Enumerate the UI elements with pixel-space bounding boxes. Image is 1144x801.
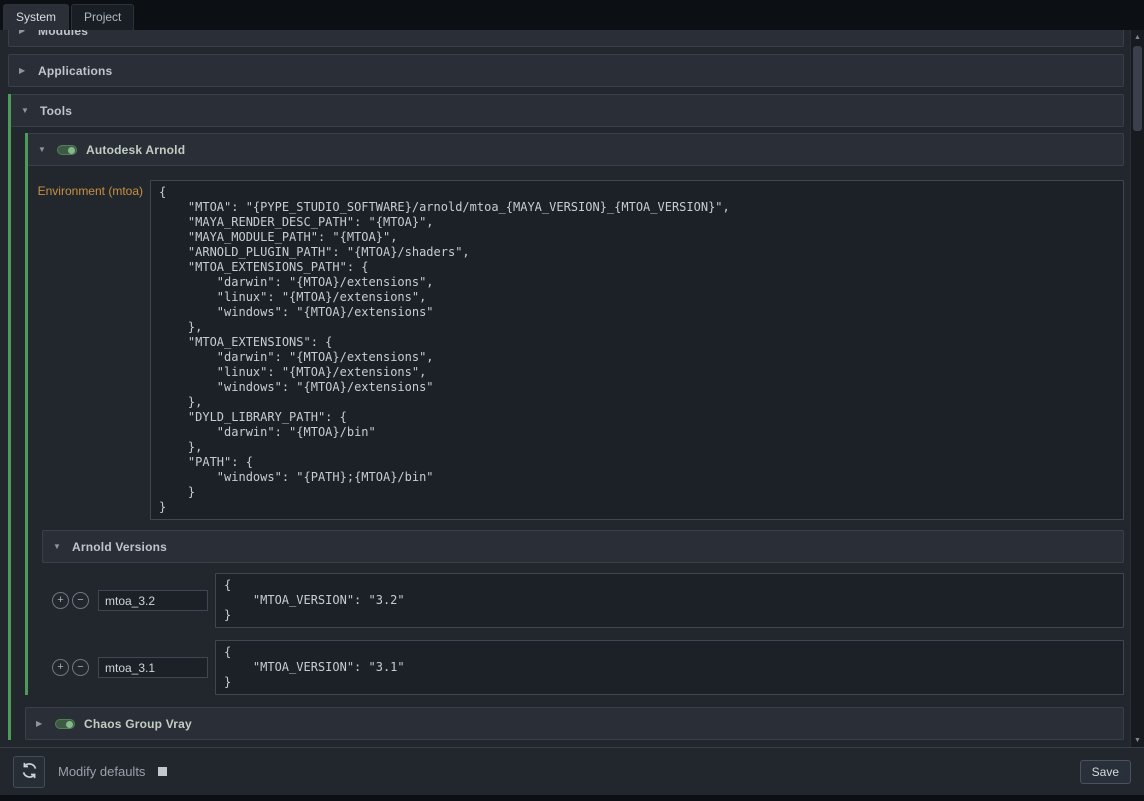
refresh-icon xyxy=(21,762,38,782)
refresh-button[interactable] xyxy=(13,756,45,788)
remove-version-button[interactable]: − xyxy=(72,592,89,609)
section-tools: ▼ Tools ▼ Autodesk Arnold Environment (m… xyxy=(8,94,1124,740)
vertical-scrollbar[interactable]: ▲ ▼ xyxy=(1130,30,1144,747)
add-version-button[interactable]: + xyxy=(52,592,69,609)
environment-field-row: Environment (mtoa) { "MTOA": "{PYPE_STUD… xyxy=(28,180,1124,520)
section-autodesk-arnold: ▼ Autodesk Arnold Environment (mtoa) { "… xyxy=(25,133,1124,695)
environment-field-label: Environment (mtoa) xyxy=(28,180,150,198)
section-tools-body: ▼ Autodesk Arnold Environment (mtoa) { "… xyxy=(11,127,1124,740)
section-modules-title: Modules xyxy=(38,30,88,38)
section-arnold-versions-header[interactable]: ▼ Arnold Versions xyxy=(42,530,1124,563)
arnold-enabled-toggle[interactable] xyxy=(57,145,77,155)
collapse-arrow-icon: ▶ xyxy=(19,66,29,75)
section-autodesk-arnold-header[interactable]: ▼ Autodesk Arnold xyxy=(28,133,1124,166)
section-modules-header[interactable]: ▶ Modules xyxy=(8,30,1124,47)
scrollbar-thumb[interactable] xyxy=(1133,46,1142,131)
section-tools-header[interactable]: ▼ Tools xyxy=(11,94,1124,127)
section-tools-title: Tools xyxy=(40,104,72,118)
scrollbar-track[interactable] xyxy=(1131,44,1144,733)
tab-project[interactable]: Project xyxy=(71,4,134,30)
toggle-knob xyxy=(66,721,73,728)
version-key-input[interactable] xyxy=(98,657,208,678)
section-modules: ▶ Modules xyxy=(8,30,1124,47)
version-json-editor[interactable]: { "MTOA_VERSION": "3.1" } xyxy=(215,640,1124,695)
settings-scroll-area: ▶ Modules ▶ Applications ▼ Tools xyxy=(0,30,1130,747)
save-button[interactable]: Save xyxy=(1080,760,1131,784)
settings-content: ▶ Modules ▶ Applications ▼ Tools xyxy=(0,30,1144,747)
remove-version-button[interactable]: − xyxy=(72,659,89,676)
section-chaos-group-vray-title: Chaos Group Vray xyxy=(84,717,192,731)
section-arnold-versions-title: Arnold Versions xyxy=(72,540,167,554)
modify-defaults-label: Modify defaults xyxy=(58,764,145,779)
expand-arrow-icon: ▼ xyxy=(21,106,31,115)
settings-window: System Project ▶ Modules ▶ Applications … xyxy=(0,0,1144,801)
section-applications: ▶ Applications xyxy=(8,54,1124,87)
expand-arrow-icon: ▼ xyxy=(53,542,63,551)
collapse-arrow-icon: ▶ xyxy=(19,30,29,35)
modify-defaults-checkbox[interactable] xyxy=(158,767,167,776)
version-key-input[interactable] xyxy=(98,590,208,611)
tab-system[interactable]: System xyxy=(3,4,69,30)
toggle-knob xyxy=(68,147,75,154)
expand-arrow-icon: ▼ xyxy=(38,145,48,154)
version-row: + − { "MTOA_VERSION": "3.1" } xyxy=(42,640,1124,695)
scrollbar-down-arrow-icon[interactable]: ▼ xyxy=(1131,733,1144,747)
section-applications-title: Applications xyxy=(38,64,112,78)
section-applications-header[interactable]: ▶ Applications xyxy=(8,54,1124,87)
version-json-editor[interactable]: { "MTOA_VERSION": "3.2" } xyxy=(215,573,1124,628)
vray-enabled-toggle[interactable] xyxy=(55,719,75,729)
section-chaos-group-vray-header[interactable]: ▶ Chaos Group Vray xyxy=(25,707,1124,740)
scrollbar-up-arrow-icon[interactable]: ▲ xyxy=(1131,30,1144,44)
autodesk-arnold-body: Environment (mtoa) { "MTOA": "{PYPE_STUD… xyxy=(28,166,1124,695)
section-autodesk-arnold-title: Autodesk Arnold xyxy=(86,143,185,157)
collapse-arrow-icon: ▶ xyxy=(36,719,46,728)
section-arnold-versions: ▼ Arnold Versions + − { "MTOA_VERSION": … xyxy=(42,530,1124,695)
tab-bar: System Project xyxy=(0,0,1144,30)
environment-json-editor[interactable]: { "MTOA": "{PYPE_STUDIO_SOFTWARE}/arnold… xyxy=(150,180,1124,520)
add-version-button[interactable]: + xyxy=(52,659,69,676)
version-row: + − { "MTOA_VERSION": "3.2" } xyxy=(42,573,1124,628)
footer-bar: Modify defaults Save xyxy=(0,747,1144,795)
